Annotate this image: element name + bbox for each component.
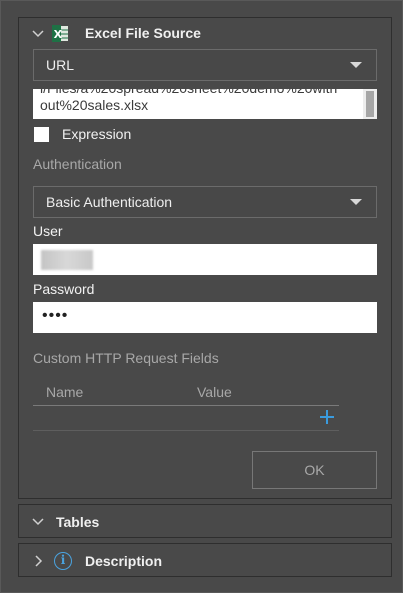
authentication-method-dropdown[interactable]: Basic Authentication xyxy=(33,186,377,218)
url-scrollbar-thumb[interactable] xyxy=(366,91,374,117)
description-section[interactable]: i Description xyxy=(18,543,392,577)
user-label: User xyxy=(33,223,63,239)
ok-button[interactable]: OK xyxy=(252,451,377,489)
chevron-down-icon[interactable] xyxy=(31,515,45,529)
expression-checkbox[interactable] xyxy=(34,127,49,142)
source-type-dropdown[interactable]: URL xyxy=(33,49,377,81)
dropdown-arrow-icon xyxy=(350,62,362,68)
custom-http-fields-label: Custom HTTP Request Fields xyxy=(33,350,219,366)
grid-row-divider xyxy=(33,430,339,431)
password-input[interactable]: •••• xyxy=(33,302,377,333)
dropdown-arrow-icon xyxy=(350,199,362,205)
description-title: Description xyxy=(85,553,163,569)
user-value-redacted xyxy=(41,250,93,270)
url-text-line-2: out%20sales.xlsx xyxy=(40,97,149,113)
add-field-plus-icon[interactable] xyxy=(320,410,334,424)
expression-label: Expression xyxy=(62,126,132,142)
authentication-method-selected: Basic Authentication xyxy=(46,194,173,210)
chevron-right-icon[interactable] xyxy=(31,554,45,568)
url-input[interactable]: i/Files/a%20spread%20sheet%20demo%20with… xyxy=(33,89,377,119)
url-text: i/Files/a%20spread%20sheet%20demo%20with… xyxy=(40,89,358,114)
svg-text:X: X xyxy=(54,28,63,41)
user-input[interactable] xyxy=(33,244,377,275)
authentication-label: Authentication xyxy=(33,156,122,172)
info-icon: i xyxy=(54,552,72,570)
excel-file-source-panel: X Excel File Source URL i/Files/a%20spre… xyxy=(18,17,392,499)
panel-title: Excel File Source xyxy=(85,25,201,41)
password-label: Password xyxy=(33,281,95,297)
source-type-selected: URL xyxy=(46,57,75,73)
excel-icon: X xyxy=(52,25,68,42)
tables-title: Tables xyxy=(56,514,100,530)
column-header-name[interactable]: Name xyxy=(46,384,83,400)
column-header-value[interactable]: Value xyxy=(197,384,232,400)
password-mask: •••• xyxy=(42,307,69,324)
panel-header[interactable]: X Excel File Source xyxy=(19,18,391,50)
url-text-line-1: i/Files/a%20spread%20sheet%20demo%20with xyxy=(40,89,358,97)
tables-section[interactable]: Tables xyxy=(18,504,392,538)
url-scrollbar[interactable] xyxy=(363,89,377,119)
chevron-down-icon[interactable] xyxy=(31,27,45,41)
grid-header-divider xyxy=(33,405,339,406)
